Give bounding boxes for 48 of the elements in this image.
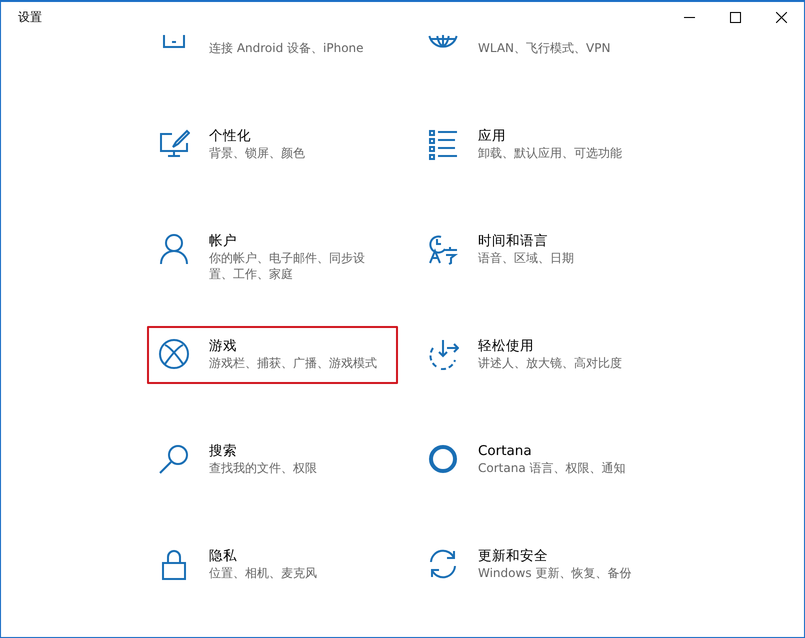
tile-description: 游戏栏、捕获、广播、游戏模式 (209, 355, 378, 371)
settings-tile[interactable]: 应用 卸载、默认应用、可选功能 (416, 116, 667, 174)
tile-description: Cortana 语言、权限、通知 (478, 460, 626, 476)
xbox-icon (158, 338, 190, 370)
settings-tile[interactable]: 连接 Android 设备、iPhone (147, 32, 398, 69)
sync-icon (427, 548, 459, 580)
tile-title: 个性化 (209, 127, 252, 145)
tile-title: 应用 (478, 127, 507, 145)
tile-title: 游戏 (209, 337, 238, 355)
tile-title: 隐私 (209, 547, 238, 565)
tile-description: 背景、锁屏、颜色 (209, 145, 306, 161)
minimize-icon (684, 16, 694, 18)
settings-tile[interactable]: 隐私 位置、相机、麦克风 (147, 536, 398, 594)
monitor-brush-icon (158, 128, 190, 160)
tile-description: 讲述人、放大镜、高对比度 (478, 355, 623, 371)
tile-description: 查找我的文件、权限 (209, 460, 318, 476)
clock-language-icon (427, 233, 459, 265)
ring-icon (427, 443, 459, 475)
person-icon (158, 233, 190, 265)
tile-title: 更新和安全 (478, 547, 549, 565)
settings-tile[interactable]: 轻松使用 讲述人、放大镜、高对比度 (416, 326, 667, 384)
settings-tile[interactable]: 帐户 你的帐户、电子邮件、同步设置、工作、家庭 (147, 221, 398, 279)
tile-title: 帐户 (209, 232, 238, 250)
tile-description: 卸载、默认应用、可选功能 (478, 145, 623, 161)
settings-tile[interactable]: 游戏 游戏栏、捕获、广播、游戏模式 (147, 326, 398, 384)
window-title: 设置 (18, 8, 43, 26)
search-icon (158, 443, 190, 475)
ease-of-access-icon (427, 338, 459, 370)
settings-tile[interactable]: Cortana Cortana 语言、权限、通知 (416, 431, 667, 489)
tile-description: 你的帐户、电子邮件、同步设置、工作、家庭 (209, 250, 366, 282)
settings-tile[interactable]: 搜索 查找我的文件、权限 (147, 431, 398, 489)
settings-tile[interactable]: 更新和安全 Windows 更新、恢复、备份 (416, 536, 667, 594)
settings-tile[interactable]: 时间和语言 语音、区域、日期 (416, 221, 667, 279)
tile-title: 搜索 (209, 442, 238, 460)
tile-description: 位置、相机、麦克风 (209, 565, 318, 581)
tile-description: 语音、区域、日期 (478, 250, 575, 266)
globe-icon (427, 35, 459, 48)
maximize-icon (730, 12, 740, 22)
tile-description: Windows 更新、恢复、备份 (478, 565, 632, 581)
tile-description: WLAN、飞行模式、VPN (478, 40, 612, 56)
list-icon (427, 128, 459, 160)
close-icon (776, 12, 786, 22)
tile-title: Cortana (478, 442, 533, 460)
settings-tile[interactable]: 个性化 背景、锁屏、颜色 (147, 116, 398, 174)
tile-title: 轻松使用 (478, 337, 535, 355)
settings-tile[interactable]: WLAN、飞行模式、VPN (416, 32, 667, 69)
tile-title: 时间和语言 (478, 232, 549, 250)
tile-description: 连接 Android 设备、iPhone (209, 40, 365, 56)
